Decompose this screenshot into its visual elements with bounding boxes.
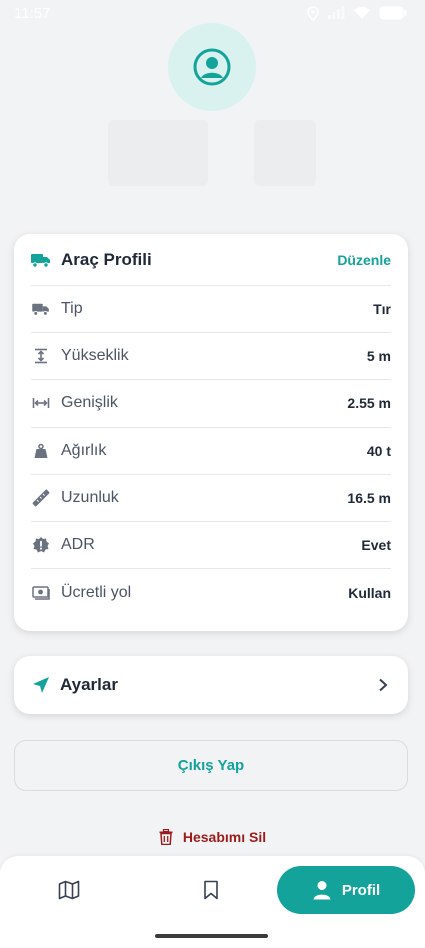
- weight-icon: [31, 441, 51, 461]
- signal-icon: [328, 6, 345, 19]
- avatar[interactable]: [168, 23, 256, 111]
- spec-value: 2.55 m: [347, 395, 391, 412]
- width-icon: [31, 393, 51, 413]
- spec-value: 40 t: [366, 442, 391, 459]
- truck-icon: [31, 253, 50, 268]
- spec-row-height: Yükseklik 5 m: [31, 333, 391, 381]
- nav-profile-tab[interactable]: Profil: [277, 866, 415, 914]
- spec-label: Genişlik: [61, 394, 118, 412]
- spec-label: Ücretli yol: [61, 583, 132, 601]
- spec-value: 5 m: [366, 348, 391, 365]
- edit-vehicle-button[interactable]: Düzenle: [337, 252, 391, 268]
- user-name-placeholder: [108, 120, 208, 186]
- spec-row-weight: Ağırlık 40 t: [31, 428, 391, 475]
- bookmark-icon: [204, 880, 218, 900]
- spec-label: ADR: [61, 536, 95, 554]
- status-time: 11:57: [14, 4, 51, 22]
- spec-row-type: Tip Tır: [31, 286, 391, 334]
- vehicle-profile-header: Araç Profili Düzenle: [31, 234, 391, 286]
- wifi-icon: [354, 6, 370, 19]
- nav-saved-tab[interactable]: [188, 876, 234, 904]
- height-icon: [31, 346, 51, 366]
- spec-row-width: Genişlik 2.55 m: [31, 380, 391, 428]
- map-icon: [58, 880, 80, 900]
- spec-value: 16.5 m: [347, 489, 391, 506]
- delete-account-button[interactable]: Hesabımı Sil: [0, 826, 425, 848]
- spec-label: Uzunluk: [61, 488, 119, 506]
- user-circle-icon: [193, 48, 231, 86]
- nav-map-tab[interactable]: [46, 876, 92, 904]
- ruler-icon: [31, 488, 51, 508]
- trash-icon: [159, 829, 173, 845]
- spec-value: Evet: [361, 537, 391, 554]
- user-name-placeholder-secondary: [254, 120, 316, 186]
- vehicle-profile-title: Araç Profili: [61, 249, 152, 269]
- settings-label: Ayarlar: [60, 675, 118, 694]
- spec-row-toll: Ücretli yol Kullan: [31, 569, 391, 616]
- settings-button[interactable]: Ayarlar: [14, 656, 408, 714]
- logout-button[interactable]: Çıkış Yap: [14, 740, 408, 791]
- location-icon: [307, 5, 319, 21]
- spec-value: Kullan: [348, 584, 391, 601]
- battery-icon: [379, 6, 407, 20]
- spec-label: Tip: [61, 300, 83, 318]
- truck-icon: [31, 299, 51, 319]
- spec-value: Tır: [373, 301, 391, 318]
- home-indicator[interactable]: [155, 934, 268, 938]
- chevron-right-icon: [379, 678, 388, 692]
- delete-account-label: Hesabımı Sil: [182, 829, 267, 845]
- spec-label: Ağırlık: [61, 441, 107, 459]
- vehicle-profile-card: Araç Profili Düzenle Tip Tır Yükseklik 5…: [14, 234, 408, 631]
- bottom-navigation: Profil: [0, 856, 425, 948]
- navigation-arrow-icon: [33, 677, 49, 693]
- spec-row-adr: ADR Evet: [31, 522, 391, 570]
- spec-row-length: Uzunluk 16.5 m: [31, 475, 391, 522]
- hazard-icon: [31, 535, 51, 555]
- nav-profile-label: Profil: [341, 881, 381, 899]
- toll-icon: [31, 583, 51, 603]
- spec-label: Yükseklik: [61, 347, 129, 365]
- status-icons: [307, 5, 407, 21]
- person-icon: [313, 881, 331, 900]
- logout-label: Çıkış Yap: [177, 757, 245, 774]
